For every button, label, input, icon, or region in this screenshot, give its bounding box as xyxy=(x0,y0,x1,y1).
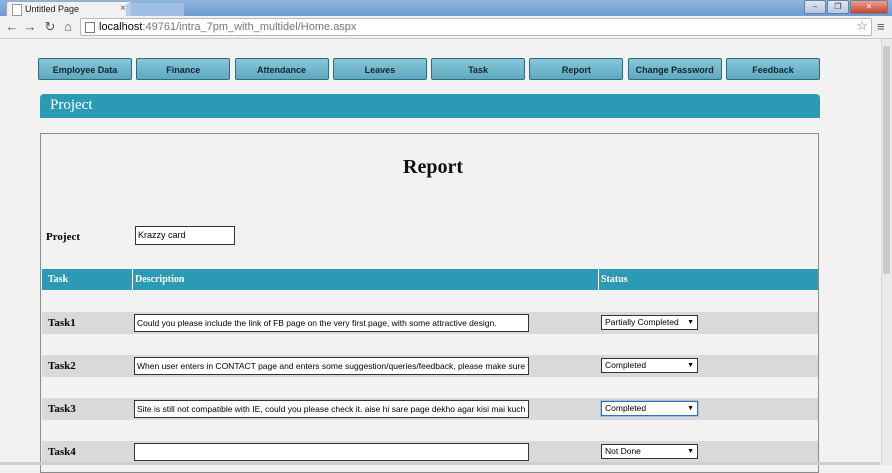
project-label: Project xyxy=(46,231,80,243)
bookmark-star-icon[interactable]: ☆ xyxy=(856,18,868,34)
header-task: Task xyxy=(48,274,69,285)
header-description: Description xyxy=(135,274,185,285)
status-select[interactable]: Completed ▼ xyxy=(601,401,698,416)
window-titlebar: Untitled Page × – ❐ ✕ xyxy=(0,0,892,17)
status-select[interactable]: Not Done ▼ xyxy=(601,444,698,459)
task-name: Task2 xyxy=(48,360,76,372)
scrollbar-thumb[interactable] xyxy=(883,46,890,274)
maximize-icon[interactable]: ❐ xyxy=(827,0,849,14)
description-input[interactable]: Could you please include the link of FB … xyxy=(134,314,529,332)
minimize-icon[interactable]: – xyxy=(804,0,826,14)
section-header: Project xyxy=(40,94,820,118)
header-status: Status xyxy=(601,274,628,285)
report-panel xyxy=(40,133,819,473)
table-header: Task Description Status xyxy=(42,269,818,290)
forward-icon[interactable]: → xyxy=(22,19,38,34)
table-row: Task3 Site is still not compatible with … xyxy=(42,398,818,420)
back-icon[interactable]: ← xyxy=(4,19,20,34)
description-input[interactable]: Site is still not compatible with IE, co… xyxy=(134,400,529,418)
home-icon[interactable]: ⌂ xyxy=(60,19,76,34)
nav-employee-data[interactable]: Employee Data xyxy=(38,58,132,80)
new-tab-button[interactable] xyxy=(126,3,184,16)
dropdown-arrow-icon: ▼ xyxy=(687,448,694,455)
section-title: Project xyxy=(50,97,93,113)
url-text: localhost:49761/intra_7pm_with_multidel/… xyxy=(99,21,357,33)
vertical-scrollbar[interactable] xyxy=(881,39,892,465)
browser-tab[interactable]: Untitled Page × xyxy=(6,1,132,17)
task-name: Task3 xyxy=(48,403,76,415)
nav-feedback[interactable]: Feedback xyxy=(725,58,820,80)
browser-toolbar: ← → ↻ ⌂ localhost:49761/intra_7pm_with_m… xyxy=(0,16,892,39)
task-name: Task4 xyxy=(48,446,76,458)
nav-change-password[interactable]: Change Password xyxy=(627,58,722,80)
table-row: Task2 When user enters in CONTACT page a… xyxy=(42,355,818,377)
report-title: Report xyxy=(403,156,463,178)
nav-task[interactable]: Task xyxy=(431,58,526,80)
header-divider xyxy=(132,269,133,290)
table-row: Task1 Could you please include the link … xyxy=(42,312,818,334)
status-select[interactable]: Partially Completed ▼ xyxy=(601,315,698,330)
main-nav: Employee Data Finance Attendance Leaves … xyxy=(38,58,820,82)
task-name: Task1 xyxy=(48,317,76,329)
close-window-icon[interactable]: ✕ xyxy=(850,0,888,14)
status-select[interactable]: Completed ▼ xyxy=(601,358,698,373)
table-row: Task4 Not Done ▼ xyxy=(42,441,818,463)
nav-attendance[interactable]: Attendance xyxy=(234,58,329,80)
menu-icon[interactable]: ≡ xyxy=(877,19,885,34)
project-input[interactable]: Krazzy card xyxy=(135,226,235,245)
description-input[interactable]: When user enters in CONTACT page and ent… xyxy=(134,357,529,375)
page-icon xyxy=(85,22,95,33)
dropdown-arrow-icon: ▼ xyxy=(687,319,694,326)
address-bar[interactable]: localhost:49761/intra_7pm_with_multidel/… xyxy=(80,18,872,36)
page-icon xyxy=(12,4,22,16)
reload-icon[interactable]: ↻ xyxy=(42,19,58,35)
tab-title: Untitled Page xyxy=(25,4,80,14)
dropdown-arrow-icon: ▼ xyxy=(687,362,694,369)
header-divider xyxy=(598,269,599,290)
dropdown-arrow-icon: ▼ xyxy=(687,405,694,412)
description-input[interactable] xyxy=(134,443,529,461)
nav-leaves[interactable]: Leaves xyxy=(332,58,427,80)
nav-report[interactable]: Report xyxy=(529,58,624,80)
nav-finance[interactable]: Finance xyxy=(136,58,231,80)
